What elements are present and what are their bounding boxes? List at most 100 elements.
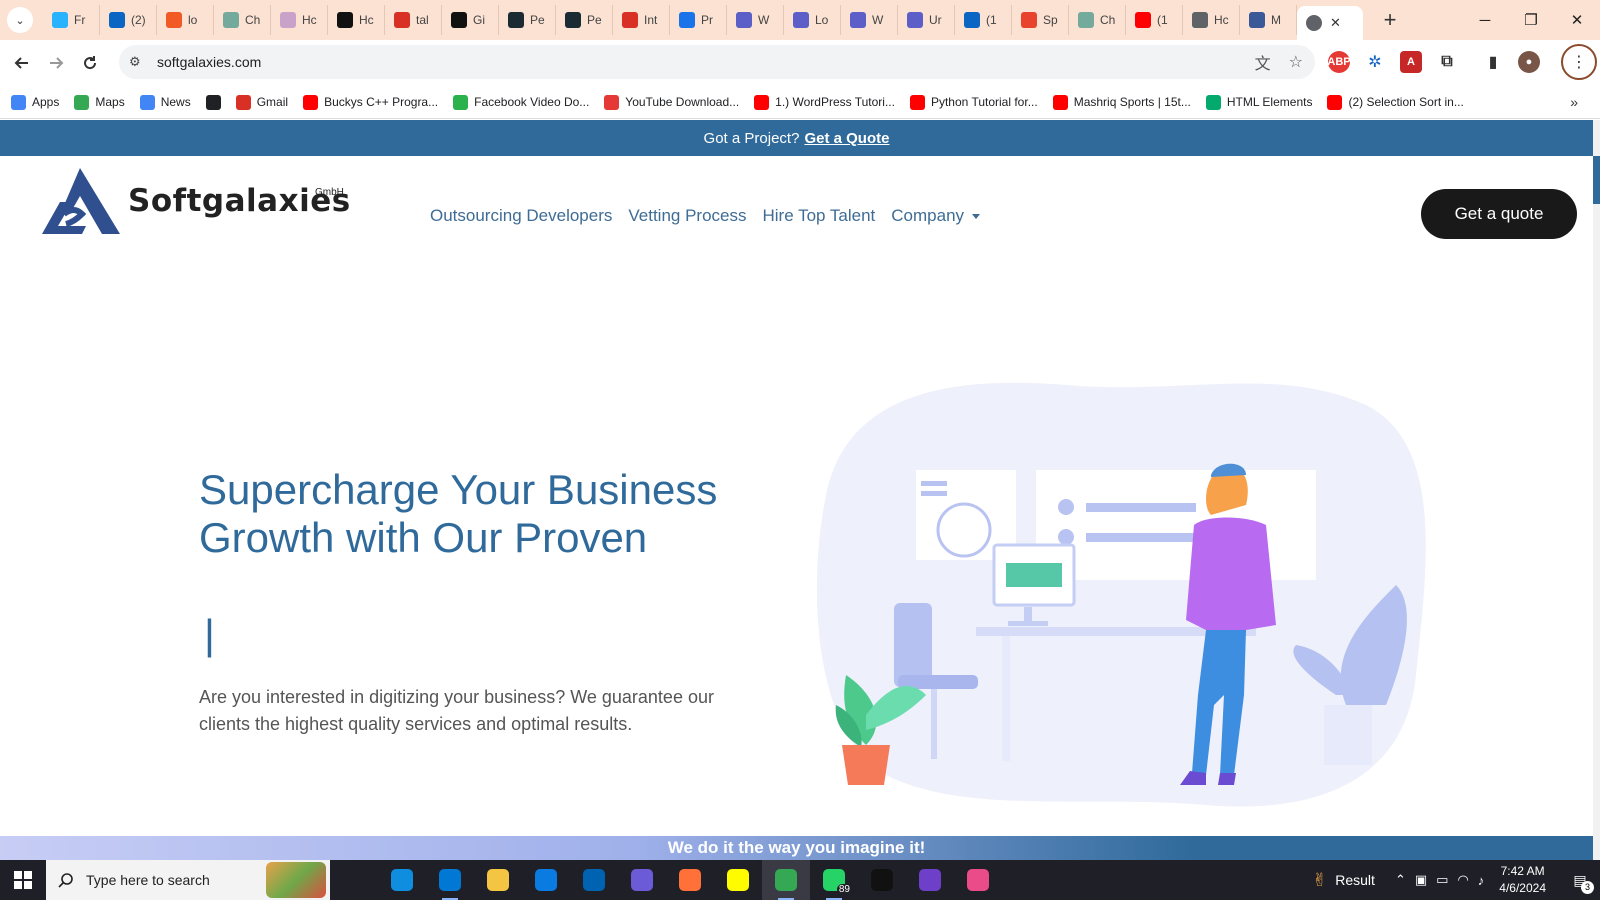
globe-icon bbox=[205, 94, 221, 110]
bookmark-item[interactable]: 1.) WordPress Tutori... bbox=[754, 94, 895, 110]
nav-outsourcing-developers[interactable]: Outsourcing Developers bbox=[430, 206, 612, 226]
bookmark-item[interactable]: YouTube Download... bbox=[604, 94, 739, 110]
taskbar-app[interactable] bbox=[954, 860, 1002, 900]
search-placeholder: Type here to search bbox=[86, 872, 210, 888]
bookmark-item[interactable]: Facebook Video Do... bbox=[453, 94, 589, 110]
taskbar-app[interactable] bbox=[762, 860, 810, 900]
taskbar-app[interactable] bbox=[906, 860, 954, 900]
browser-tab[interactable]: W bbox=[727, 5, 784, 35]
bookmark-item[interactable]: Python Tutorial for... bbox=[909, 94, 1038, 110]
bookmark-item[interactable]: Mashriq Sports | 15t... bbox=[1052, 94, 1191, 110]
taskbar-app[interactable] bbox=[522, 860, 570, 900]
get-a-quote-link[interactable]: Get a Quote bbox=[804, 130, 889, 147]
bookmark-item[interactable]: News bbox=[139, 94, 191, 110]
browser-tab[interactable]: Ch bbox=[1069, 5, 1126, 35]
nav-company-dropdown[interactable]: Company bbox=[891, 206, 981, 226]
github-icon bbox=[337, 12, 353, 28]
get-a-quote-button[interactable]: Get a quote bbox=[1421, 189, 1577, 239]
taskbar-app[interactable] bbox=[330, 860, 378, 900]
tab-search-button[interactable]: ⌄ bbox=[7, 7, 33, 33]
chevron-up-icon[interactable]: ⌃ bbox=[1395, 872, 1406, 888]
extensions-puzzle-icon[interactable]: ⧉ bbox=[1436, 51, 1458, 73]
bookmark-item[interactable]: Apps bbox=[11, 94, 59, 110]
taskbar-search[interactable]: Type here to search bbox=[46, 860, 330, 900]
profile-avatar[interactable]: ● bbox=[1518, 51, 1540, 73]
browser-tab[interactable]: Pe bbox=[499, 5, 556, 35]
browser-menu-icon[interactable]: ⋮ bbox=[1561, 44, 1597, 80]
taskbar-app[interactable] bbox=[378, 860, 426, 900]
task-view-icon bbox=[343, 869, 365, 891]
bookmark-item[interactable]: (2) Selection Sort in... bbox=[1327, 94, 1464, 110]
notification-center-icon[interactable]: ▤ 3 bbox=[1560, 860, 1600, 900]
tab-list: Fr (2) lo Ch Hc Hc tal Gi Pe Pe Int Pr W Lo W Ur (1 Sp Ch (… bbox=[43, 0, 1363, 40]
scrollbar-thumb[interactable] bbox=[1593, 156, 1600, 204]
back-button[interactable] bbox=[5, 46, 39, 80]
adblock-icon[interactable]: ABP bbox=[1327, 51, 1351, 73]
site-logo[interactable]: Softgalaxies GmbH bbox=[42, 168, 351, 234]
wifi-icon[interactable]: ◠ bbox=[1457, 872, 1468, 888]
bookmark-item[interactable]: HTML Elements bbox=[1205, 94, 1312, 110]
browser-tab[interactable]: Pe bbox=[556, 5, 613, 35]
browser-tab[interactable]: (1 bbox=[955, 5, 1012, 35]
nav-hire-top-talent[interactable]: Hire Top Talent bbox=[763, 206, 876, 226]
taskbar-app[interactable] bbox=[666, 860, 714, 900]
browser-tab[interactable]: Sp bbox=[1012, 5, 1069, 35]
close-tab-icon[interactable]: ✕ bbox=[1330, 15, 1341, 31]
taskbar-app[interactable]: 89 bbox=[810, 860, 858, 900]
extension-shield-icon[interactable]: ✲ bbox=[1364, 51, 1386, 73]
browser-tab[interactable]: Gi bbox=[442, 5, 499, 35]
browser-tab[interactable]: Ur bbox=[898, 5, 955, 35]
bookmark-item[interactable]: Buckys C++ Progra... bbox=[303, 94, 438, 110]
browser-tab[interactable]: Fr bbox=[43, 5, 100, 35]
bookmarks-overflow-icon[interactable]: » bbox=[1570, 94, 1578, 110]
translate-icon[interactable]: 文 bbox=[1255, 50, 1271, 74]
pdf-extension-icon[interactable]: A bbox=[1400, 51, 1422, 73]
site-info-icon[interactable]: ⚙ bbox=[129, 54, 149, 70]
browser-tab[interactable]: (1 bbox=[1126, 5, 1183, 35]
forward-button[interactable] bbox=[39, 46, 73, 80]
active-browser-tab[interactable]: ✕ bbox=[1297, 6, 1363, 40]
browser-tab[interactable]: Lo bbox=[784, 5, 841, 35]
system-clock[interactable]: 7:42 AM 4/6/2024 bbox=[1499, 863, 1546, 897]
start-button[interactable] bbox=[0, 860, 46, 900]
restore-button[interactable]: ❐ bbox=[1508, 0, 1554, 40]
browser-tab[interactable]: tal bbox=[385, 5, 442, 35]
volume-icon[interactable]: ♪ bbox=[1478, 873, 1485, 888]
browser-tab[interactable]: (2) bbox=[100, 5, 157, 35]
tab-title: Ch bbox=[245, 13, 261, 27]
reload-button[interactable] bbox=[73, 46, 107, 80]
taskbar-app[interactable] bbox=[426, 860, 474, 900]
browser-tab[interactable]: Pr bbox=[670, 5, 727, 35]
url-text[interactable]: softgalaxies.com bbox=[157, 54, 261, 70]
browser-tab[interactable]: W bbox=[841, 5, 898, 35]
browser-tab[interactable]: lo bbox=[157, 5, 214, 35]
browser-tab[interactable]: M bbox=[1240, 5, 1297, 35]
gmail-icon bbox=[235, 94, 251, 110]
taskbar-app[interactable] bbox=[858, 860, 906, 900]
nav-vetting-process[interactable]: Vetting Process bbox=[628, 206, 746, 226]
browser-tab[interactable]: Ch bbox=[214, 5, 271, 35]
taskbar-app[interactable] bbox=[714, 860, 762, 900]
bookmark-item[interactable] bbox=[205, 94, 221, 110]
taskbar-app[interactable] bbox=[570, 860, 618, 900]
page-scrollbar[interactable] bbox=[1593, 120, 1600, 860]
new-tab-button[interactable]: + bbox=[1377, 7, 1403, 33]
browser-tab[interactable]: Hc bbox=[271, 5, 328, 35]
browser-tab[interactable]: Int bbox=[613, 5, 670, 35]
power-automate-icon bbox=[631, 869, 653, 891]
taskbar-app[interactable] bbox=[474, 860, 522, 900]
browser-tab[interactable]: Hc bbox=[1183, 5, 1240, 35]
taskbar-app[interactable] bbox=[618, 860, 666, 900]
meet-now-icon[interactable]: ▣ bbox=[1415, 872, 1427, 888]
minimize-button[interactable]: ─ bbox=[1462, 0, 1508, 40]
browser-tab[interactable]: Hc bbox=[328, 5, 385, 35]
bookmark-item[interactable]: Gmail bbox=[235, 94, 288, 110]
address-bar[interactable]: ⚙ softgalaxies.com 文 ☆ bbox=[119, 45, 1315, 79]
bookmark-star-icon[interactable]: ☆ bbox=[1289, 52, 1303, 72]
maps-icon bbox=[74, 94, 90, 110]
side-panel-icon[interactable]: ▮ bbox=[1482, 51, 1504, 73]
battery-icon[interactable]: ▭ bbox=[1436, 872, 1448, 888]
close-window-button[interactable]: ✕ bbox=[1554, 0, 1600, 40]
bookmark-item[interactable]: Maps bbox=[74, 94, 125, 110]
result-widget[interactable]: ✌ Result bbox=[1312, 870, 1375, 891]
